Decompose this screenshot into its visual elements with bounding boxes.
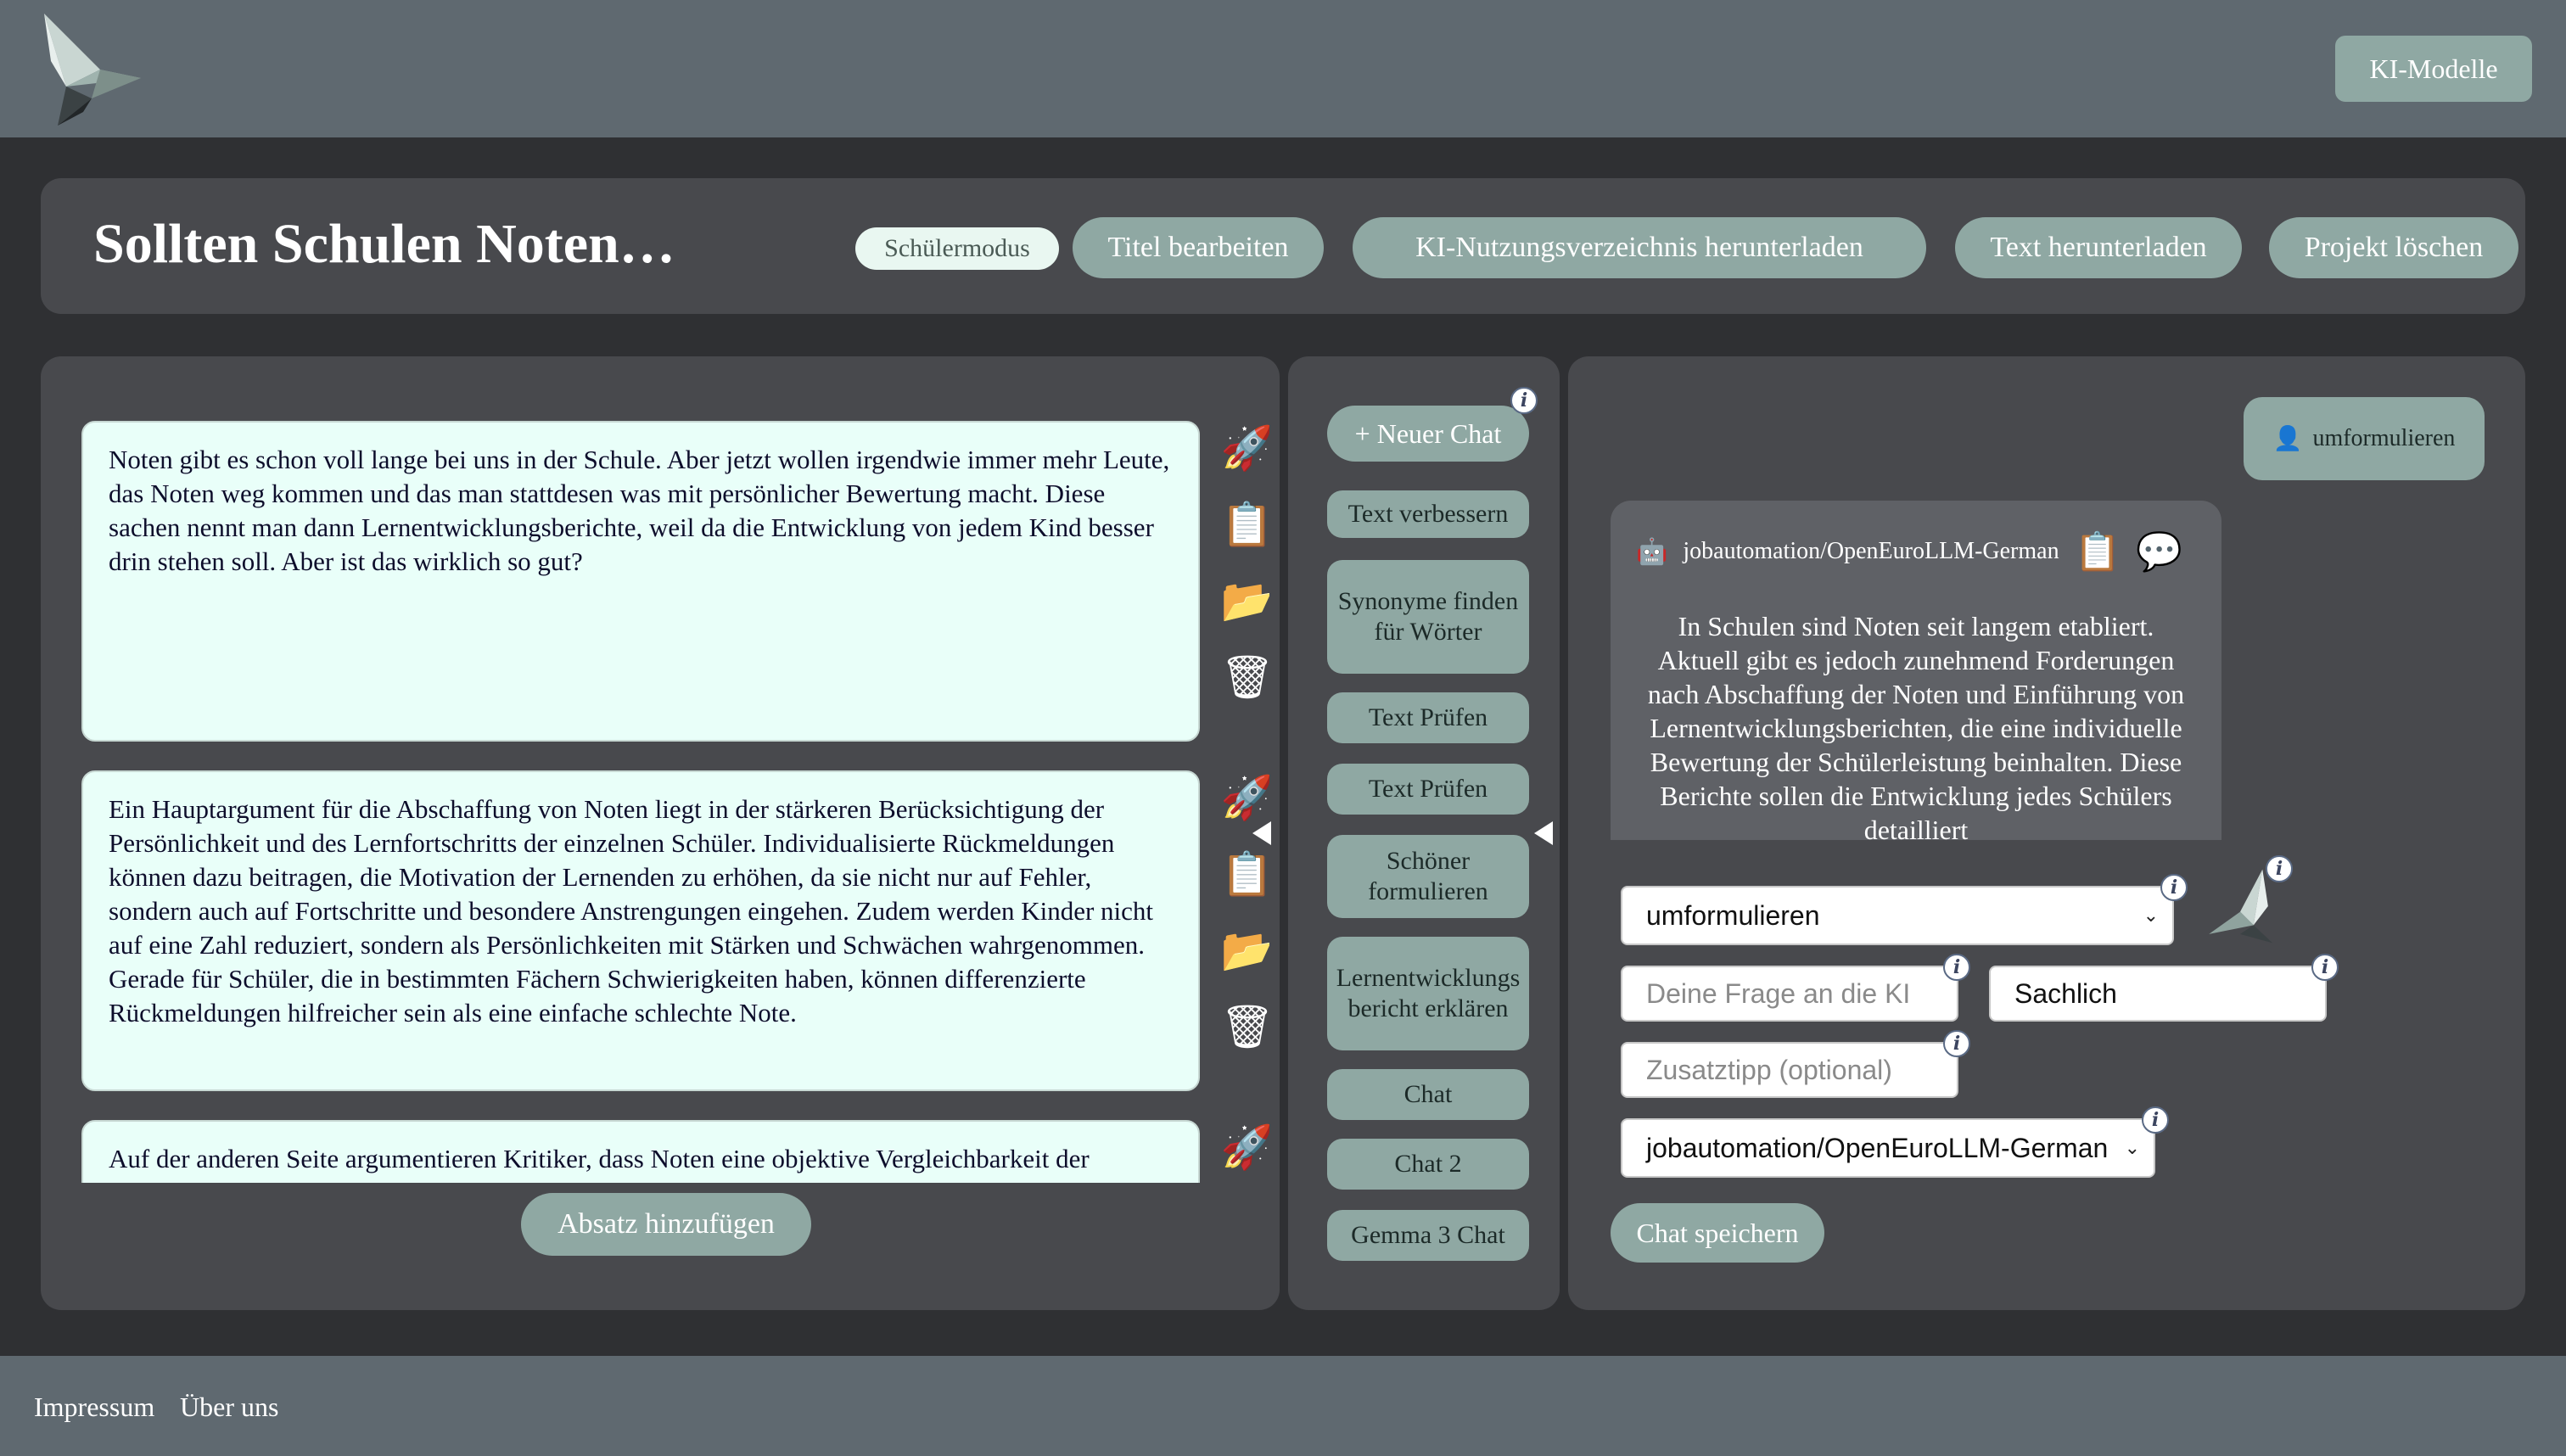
bot-model-name: jobautomation/OpenEuroLLM-German — [1683, 538, 2059, 564]
prompt-gemma-chat[interactable]: Gemma 3 Chat — [1327, 1210, 1529, 1261]
prompt-text-check-2[interactable]: Text Prüfen — [1327, 764, 1529, 815]
action-select-value: umformulieren — [1646, 899, 1820, 931]
collapse-left-arrow-icon[interactable] — [1252, 821, 1271, 845]
info-icon[interactable]: i — [1943, 1030, 1970, 1057]
ai-logo-icon[interactable] — [2203, 867, 2277, 945]
model-select[interactable]: jobautomation/OpenEuroLLM-German ⌄ — [1621, 1118, 2155, 1178]
bot-message: 🤖 jobautomation/OpenEuroLLM-German 📋 💬 I… — [1611, 501, 2221, 840]
imprint-link[interactable]: Impressum — [34, 1392, 154, 1423]
info-icon[interactable]: i — [1943, 954, 1970, 981]
edit-title-button[interactable]: Titel bearbeiten — [1073, 217, 1324, 278]
prompt-rephrase[interactable]: Schöner formulieren — [1327, 835, 1529, 918]
rocket-icon[interactable]: 🚀 — [1220, 770, 1269, 825]
chat-panel: 👤 umformulieren 🤖 jobautomation/OpenEuro… — [1568, 356, 2525, 1310]
top-bar: KI-Modelle — [0, 0, 2566, 137]
paragraph-list[interactable]: Noten gibt es schon voll lange bei uns i… — [81, 404, 1269, 1183]
folder-icon[interactable]: 📂 — [1220, 923, 1269, 977]
ki-models-button[interactable]: KI-Modelle — [2335, 36, 2532, 102]
logo-icon[interactable] — [41, 10, 143, 129]
paragraph-textarea[interactable]: Ein Hauptargument für die Abschaffung vo… — [81, 770, 1200, 1091]
download-ai-usage-button[interactable]: KI-Nutzungsverzeichnis herunterladen — [1353, 217, 1926, 278]
project-header: Sollten Schulen Noten… Schülermodus Tite… — [41, 178, 2525, 314]
user-message-text: umformulieren — [2312, 425, 2456, 451]
info-icon[interactable]: i — [1510, 387, 1538, 414]
trash-icon[interactable]: 🗑 — [1220, 1000, 1269, 1054]
student-mode-toggle[interactable]: Schülermodus — [855, 227, 1059, 270]
info-icon[interactable]: i — [2311, 954, 2339, 981]
bot-message-text: In Schulen sind Noten seit langem etabli… — [1647, 611, 2185, 840]
page-title: Sollten Schulen Noten… — [93, 213, 675, 275]
user-message: 👤 umformulieren — [2244, 397, 2485, 480]
info-icon[interactable]: i — [2142, 1106, 2169, 1134]
clipboard-icon[interactable]: 📋 — [1220, 847, 1269, 901]
info-icon[interactable]: i — [2160, 874, 2188, 901]
prompt-chat-2[interactable]: Chat 2 — [1327, 1139, 1529, 1190]
hint-input[interactable]: Zusatztipp (optional) — [1621, 1042, 1958, 1098]
save-chat-button[interactable]: Chat speichern — [1611, 1203, 1824, 1263]
tone-input[interactable]: Sachlich — [1989, 966, 2327, 1022]
bot-message-header: 🤖 jobautomation/OpenEuroLLM-German 📋 💬 — [1636, 526, 2182, 577]
model-select-value: jobautomation/OpenEuroLLM-German — [1646, 1132, 2109, 1163]
info-icon[interactable]: i — [2266, 855, 2293, 882]
action-select[interactable]: umformulieren ⌄ — [1621, 886, 2174, 945]
new-chat-button[interactable]: + Neuer Chat — [1327, 406, 1529, 462]
robot-icon: 🤖 — [1636, 537, 1668, 566]
chevron-down-icon: ⌄ — [2143, 904, 2159, 926]
prompt-list: + Neuer Chat i Text verbessern Synonyme … — [1288, 356, 1560, 1310]
paragraph-editor: Noten gibt es schon voll lange bei uns i… — [41, 356, 1280, 1310]
speech-bubble-icon[interactable]: 💬 — [2136, 529, 2182, 574]
chevron-down-icon: ⌄ — [2124, 1137, 2140, 1158]
paragraph-textarea[interactable]: Auf der anderen Seite argumentieren Krit… — [81, 1120, 1200, 1183]
rocket-icon[interactable]: 🚀 — [1220, 421, 1269, 475]
clipboard-icon[interactable]: 📋 — [2075, 529, 2121, 574]
prompt-synonyms[interactable]: Synonyme finden für Wörter — [1327, 560, 1529, 674]
delete-project-button[interactable]: Projekt löschen — [2269, 217, 2518, 278]
prompt-text-check[interactable]: Text Prüfen — [1327, 692, 1529, 743]
user-icon: 👤 — [2272, 426, 2303, 452]
folder-icon[interactable]: 📂 — [1220, 574, 1269, 628]
clipboard-icon[interactable]: 📋 — [1220, 497, 1269, 552]
footer: Impressum Über uns — [0, 1356, 2566, 1456]
prompt-learning-report[interactable]: Lernentwicklungsbericht erklären — [1327, 937, 1529, 1050]
question-input[interactable]: Deine Frage an die KI — [1621, 966, 1958, 1022]
rocket-icon[interactable]: 🚀 — [1220, 1120, 1269, 1174]
download-text-button[interactable]: Text herunterladen — [1955, 217, 2242, 278]
paragraph-textarea[interactable]: Noten gibt es schon voll lange bei uns i… — [81, 421, 1200, 742]
collapse-middle-arrow-icon[interactable] — [1534, 821, 1553, 845]
add-paragraph-button[interactable]: Absatz hinzufügen — [521, 1193, 811, 1256]
about-link[interactable]: Über uns — [180, 1392, 278, 1423]
prompt-chat[interactable]: Chat — [1327, 1069, 1529, 1120]
trash-icon[interactable]: 🗑 — [1220, 650, 1269, 704]
prompt-text-improve[interactable]: Text verbessern — [1327, 490, 1529, 538]
